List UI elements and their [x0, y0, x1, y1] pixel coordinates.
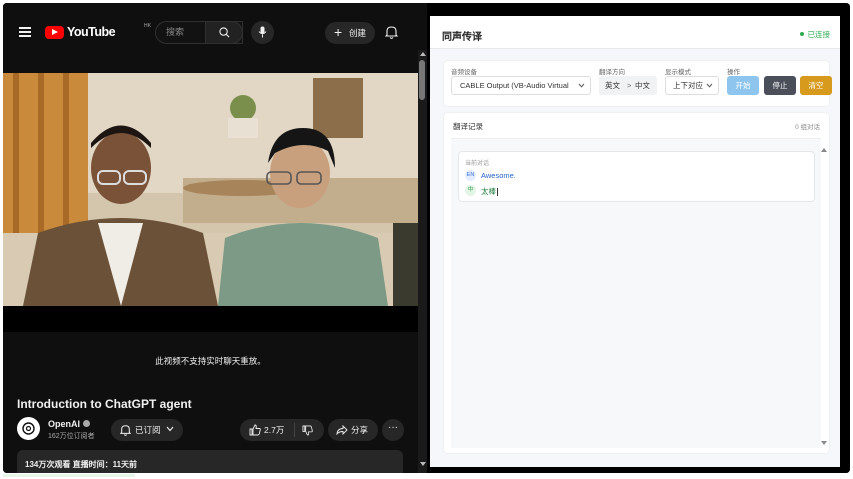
view-and-date: 134万次观看 直播时间：11天前: [25, 460, 138, 469]
direction-arrow-icon: >: [627, 81, 632, 90]
records-card: 翻译记录 0 组对话 当前对话 EN Awesome. 中 太棒: [444, 113, 829, 453]
video-title: Introduction to ChatGPT agent: [17, 397, 192, 411]
voice-search-button[interactable]: [251, 21, 274, 44]
youtube-pane: YouTube HK 搜索 创建: [3, 3, 427, 473]
current-conversation: 当前对话 EN Awesome. 中 太棒: [458, 151, 815, 202]
thumbs-down-icon[interactable]: [302, 425, 313, 436]
current-conversation-label: 当前对话: [465, 161, 490, 167]
records-scroll-down-arrow[interactable]: [821, 441, 827, 445]
search-button[interactable]: [205, 21, 243, 44]
youtube-logo-text: YouTube: [67, 25, 116, 39]
records-scroll-up-arrow[interactable]: [821, 148, 827, 152]
source-text: Awesome.: [481, 171, 516, 180]
scroll-up-arrow[interactable]: [420, 52, 426, 56]
chat-replay-notice: 此视频不支持实时聊天重放。: [3, 306, 418, 386]
connection-status: 已连接: [800, 29, 831, 40]
menu-icon[interactable]: [19, 27, 31, 37]
scroll-thumb[interactable]: [419, 60, 425, 100]
chevron-down-icon: [706, 83, 713, 88]
youtube-header: YouTube HK 搜索 创建: [3, 3, 427, 50]
thumbs-up-icon[interactable]: [249, 424, 261, 436]
mic-icon: [258, 26, 267, 38]
chevron-down-icon: [166, 426, 174, 432]
channel-avatar[interactable]: [17, 417, 40, 440]
translator-title: 同声传译: [442, 32, 482, 43]
channel-name-text: OpenAI: [48, 419, 81, 429]
video-bottom-bar: [3, 306, 418, 332]
mode-label: 显示模式: [665, 69, 691, 76]
screen-frame: YouTube HK 搜索 创建: [3, 3, 850, 473]
description-box[interactable]: 134万次观看 直播时间：11天前: [17, 450, 403, 473]
translator-header: 同声传译 已连接: [430, 16, 840, 49]
start-button[interactable]: 开始: [727, 76, 759, 95]
like-dislike-group: 2.7万: [240, 419, 324, 441]
direction-label: 翻译方向: [599, 69, 625, 76]
bottom-strip: [0, 473, 853, 479]
youtube-scrollbar[interactable]: [418, 50, 427, 473]
chat-replay-text: 此视频不支持实时聊天重放。: [155, 356, 266, 366]
bell-icon: [120, 425, 131, 436]
translated-text: 太棒: [481, 187, 496, 196]
target-language: 中文: [635, 81, 650, 90]
youtube-logo[interactable]: YouTube HK: [45, 23, 151, 39]
records-count: 0 组对话: [795, 124, 820, 131]
right-border: [840, 3, 850, 473]
bottom-highlight: [3, 474, 135, 477]
actions-label: 操作: [727, 69, 740, 76]
share-label: 分享: [351, 425, 369, 435]
create-label: 创建: [349, 28, 367, 38]
region-code: HK: [144, 23, 151, 29]
subscribed-button[interactable]: 已订阅: [111, 419, 183, 441]
youtube-play-icon: [45, 25, 64, 39]
subscriber-count: 162万位订阅者: [48, 433, 95, 440]
scroll-down-arrow[interactable]: [420, 462, 426, 466]
clear-button[interactable]: 清空: [800, 76, 832, 95]
english-tag: EN: [465, 170, 476, 181]
like-count[interactable]: 2.7万: [264, 419, 284, 441]
video-player[interactable]: [3, 73, 418, 306]
records-title: 翻译记录: [453, 122, 483, 131]
search-icon: [219, 27, 230, 38]
stop-button[interactable]: 停止: [764, 76, 796, 95]
create-button[interactable]: 创建: [325, 21, 375, 44]
audio-device-value: CABLE Output (VB-Audio Virtual: [460, 81, 569, 90]
more-actions-button[interactable]: ···: [382, 419, 404, 441]
audio-device-select[interactable]: CABLE Output (VB-Audio Virtual: [451, 76, 591, 95]
controls-card: 音频设备 CABLE Output (VB-Audio Virtual 翻译方向…: [444, 61, 832, 106]
source-language: 英文: [605, 81, 620, 90]
device-label: 音频设备: [451, 69, 477, 76]
records-list[interactable]: 当前对话 EN Awesome. 中 太棒: [451, 138, 821, 448]
display-mode-value: 上下对应: [673, 81, 703, 90]
subscribed-label: 已订阅: [135, 425, 161, 435]
openai-logo-icon: [22, 422, 35, 435]
share-button[interactable]: 分享: [328, 419, 378, 441]
channel-name[interactable]: OpenAI: [48, 419, 91, 429]
translator-panel: 同声传译 已连接 音频设备 CABLE Output (VB-Audio Vir…: [430, 16, 840, 467]
display-mode-select[interactable]: 上下对应: [665, 76, 719, 95]
chinese-tag: 中: [465, 185, 476, 196]
video-frame-image: [3, 73, 418, 306]
verified-icon: [83, 420, 91, 428]
chevron-down-icon: [578, 83, 585, 88]
translation-direction[interactable]: 英文 > 中文: [599, 76, 657, 95]
like-divider: [294, 423, 295, 437]
share-icon: [336, 425, 348, 435]
bell-icon[interactable]: [385, 25, 398, 39]
